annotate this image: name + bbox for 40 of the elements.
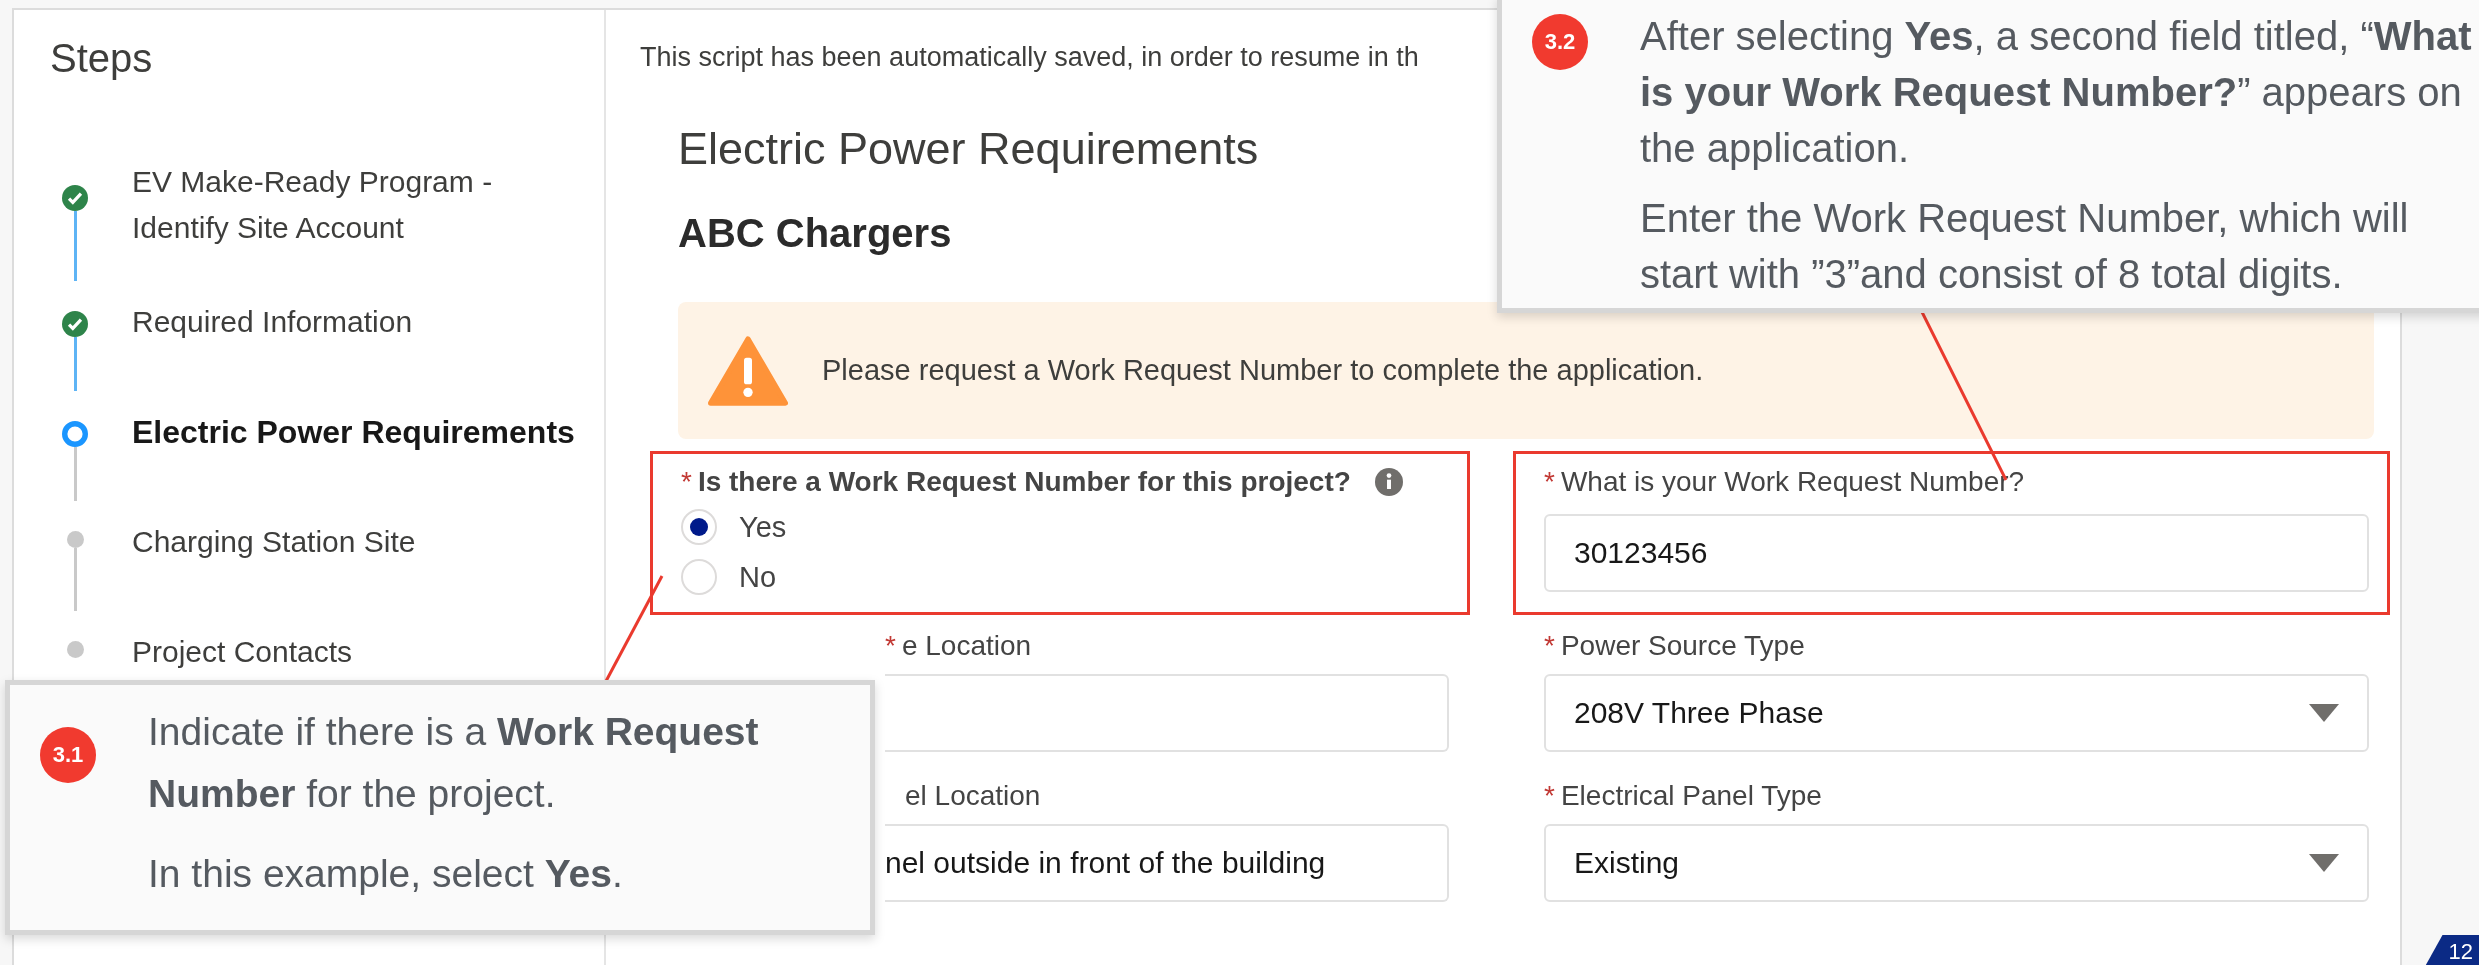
required-asterisk: * — [1544, 466, 1555, 498]
required-asterisk: * — [681, 466, 692, 498]
step-label[interactable]: Electric Power Requirements — [132, 409, 592, 455]
required-asterisk: * — [1544, 780, 1555, 812]
radio-button[interactable] — [681, 559, 717, 595]
dropdown-field[interactable]: 208V Three Phase — [1544, 674, 2369, 752]
field-label: What is your Work Request Number? — [1560, 466, 2025, 498]
radio-label[interactable]: No — [739, 560, 777, 594]
steps-title: Steps — [50, 36, 154, 81]
step-label[interactable]: EV Make-Ready Program - Identify Site Account — [132, 159, 592, 251]
text-field[interactable]: nel outside in front of the building — [885, 824, 1449, 902]
autosave-notice: This script has been automatically saved, in order to resume in th — [640, 42, 1419, 73]
required-asterisk: * — [1544, 630, 1555, 662]
step-label[interactable]: Project Contacts — [132, 629, 592, 675]
step-badge: 3.2 — [1532, 14, 1588, 70]
field-label: Electrical Panel Type — [1560, 780, 1822, 812]
field-label: e Location — [901, 630, 1032, 662]
required-asterisk: * — [885, 630, 896, 662]
step-label[interactable]: Charging Station Site — [132, 519, 592, 565]
dropdown-field[interactable]: Existing — [1544, 824, 2369, 902]
caret-icon — [2309, 704, 2339, 722]
alert-message: Please request a Work Request Number to complete the application. — [822, 354, 1704, 387]
callout-text: After selecting Yes, a second field titled, “What is your Work Request Number?” appears on the application. — [1640, 13, 2472, 172]
caret-icon — [2309, 854, 2339, 872]
form-subtitle: ABC Chargers — [678, 211, 952, 256]
warning-icon — [708, 335, 788, 406]
step-badge: 3.1 — [40, 727, 96, 783]
callout-text: In this example, select Yes. — [148, 851, 624, 897]
form-title: Electric Power Requirements — [678, 123, 1259, 175]
callout-text: Indicate if there is a Work Request Number for the project. — [148, 709, 760, 817]
callout-text: Enter the Work Request Number, which will start with ”3”and consist of 8 total digits. — [1640, 195, 2410, 298]
info-icon[interactable] — [1374, 468, 1403, 496]
text-field[interactable]: 30123456 — [1544, 514, 2369, 592]
radio-label[interactable]: Yes — [739, 510, 787, 544]
text-field[interactable] — [885, 674, 1449, 752]
field-label: Power Source Type — [1560, 630, 1805, 662]
field-label: Is there a Work Request Number for this project? — [697, 466, 1351, 498]
step-label[interactable]: Required Information — [132, 299, 592, 345]
radio-button[interactable] — [681, 509, 717, 545]
field-label: el Location — [905, 780, 1041, 812]
